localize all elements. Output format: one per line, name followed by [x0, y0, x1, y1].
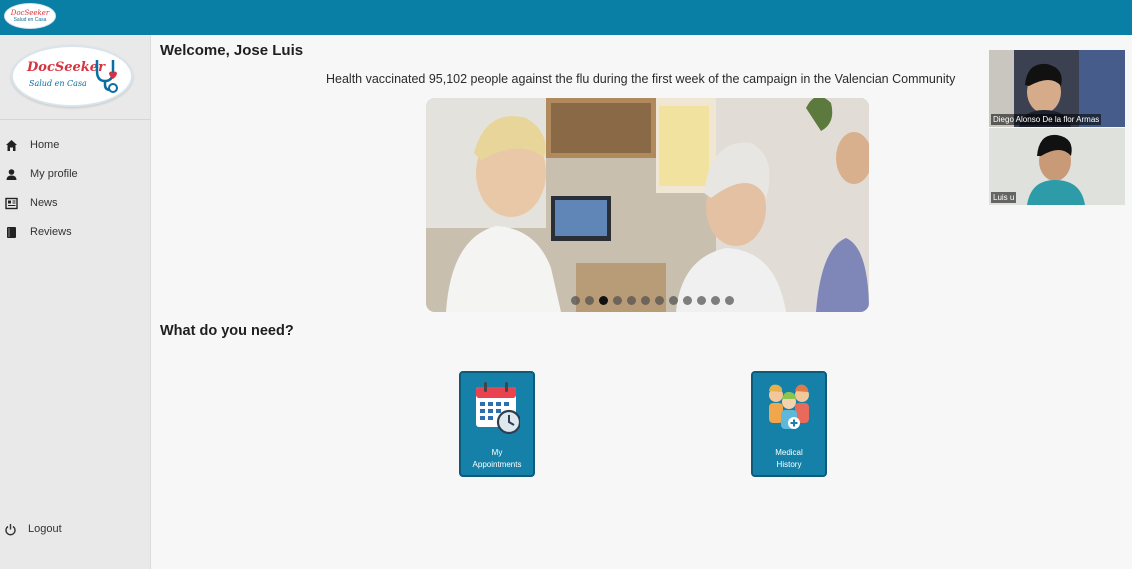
carousel-dot[interactable] — [711, 296, 720, 305]
appointments-label-line1: My — [491, 448, 503, 457]
sidebar-item-home[interactable]: Home — [0, 133, 151, 157]
power-icon — [3, 522, 17, 536]
news-image-carousel[interactable] — [426, 98, 869, 312]
services-heading: What do you need? — [160, 323, 294, 339]
logo-sub-text: Salud en Casa — [29, 79, 87, 88]
sidebar-logo-area: DocSeeker Salud en Casa — [0, 35, 151, 120]
sidebar-item-my-profile[interactable]: My profile — [0, 162, 151, 186]
medical-history-button[interactable]: Medical History — [751, 371, 827, 477]
home-icon — [4, 138, 18, 152]
logout-button[interactable]: Logout — [0, 517, 151, 541]
news-icon — [4, 196, 18, 210]
carousel-dot[interactable] — [669, 296, 678, 305]
stethoscope-icon — [95, 60, 118, 93]
participant-name: Diego Alonso De la flor Armas — [991, 114, 1102, 125]
app-logo[interactable]: DocSeeker Salud en Casa — [4, 3, 56, 29]
appointments-label-line2: Appointments — [472, 460, 522, 469]
video-tile-participant-2[interactable]: Luis u — [989, 128, 1125, 205]
medical-history-label-line1: Medical — [775, 448, 803, 457]
vaccination-photo — [426, 98, 869, 312]
carousel-dot[interactable] — [613, 296, 622, 305]
welcome-heading: Welcome, Jose Luis — [160, 42, 304, 59]
carousel-dot[interactable] — [655, 296, 664, 305]
carousel-dot[interactable] — [571, 296, 580, 305]
carousel-dot-active[interactable] — [599, 296, 608, 305]
my-appointments-button[interactable]: My Appointments — [459, 371, 535, 477]
sidebar-item-news[interactable]: News — [0, 191, 151, 215]
family-medical-icon — [769, 384, 809, 429]
carousel-indicators — [426, 296, 869, 305]
medical-history-label-line2: History — [776, 460, 802, 469]
book-icon — [4, 225, 18, 239]
sidebar-item-reviews[interactable]: Reviews — [0, 220, 151, 244]
participant-name: Luis u — [991, 192, 1017, 203]
carousel-dot[interactable] — [683, 296, 692, 305]
video-tile-participant-1[interactable]: Diego Alonso De la flor Armas — [989, 50, 1125, 127]
carousel-dot[interactable] — [697, 296, 706, 305]
person-icon — [4, 167, 18, 181]
carousel-dot[interactable] — [585, 296, 594, 305]
carousel-dot[interactable] — [725, 296, 734, 305]
carousel-dot[interactable] — [641, 296, 650, 305]
sidebar: DocSeeker Salud en Casa Home My profile … — [0, 35, 151, 569]
top-app-bar: DocSeeker Salud en Casa — [0, 0, 1132, 35]
calendar-clock-icon — [476, 382, 520, 435]
news-headline[interactable]: Health vaccinated 95,102 people against … — [326, 72, 966, 86]
docseeker-logo[interactable]: DocSeeker Salud en Casa — [11, 45, 133, 107]
carousel-dot[interactable] — [627, 296, 636, 305]
